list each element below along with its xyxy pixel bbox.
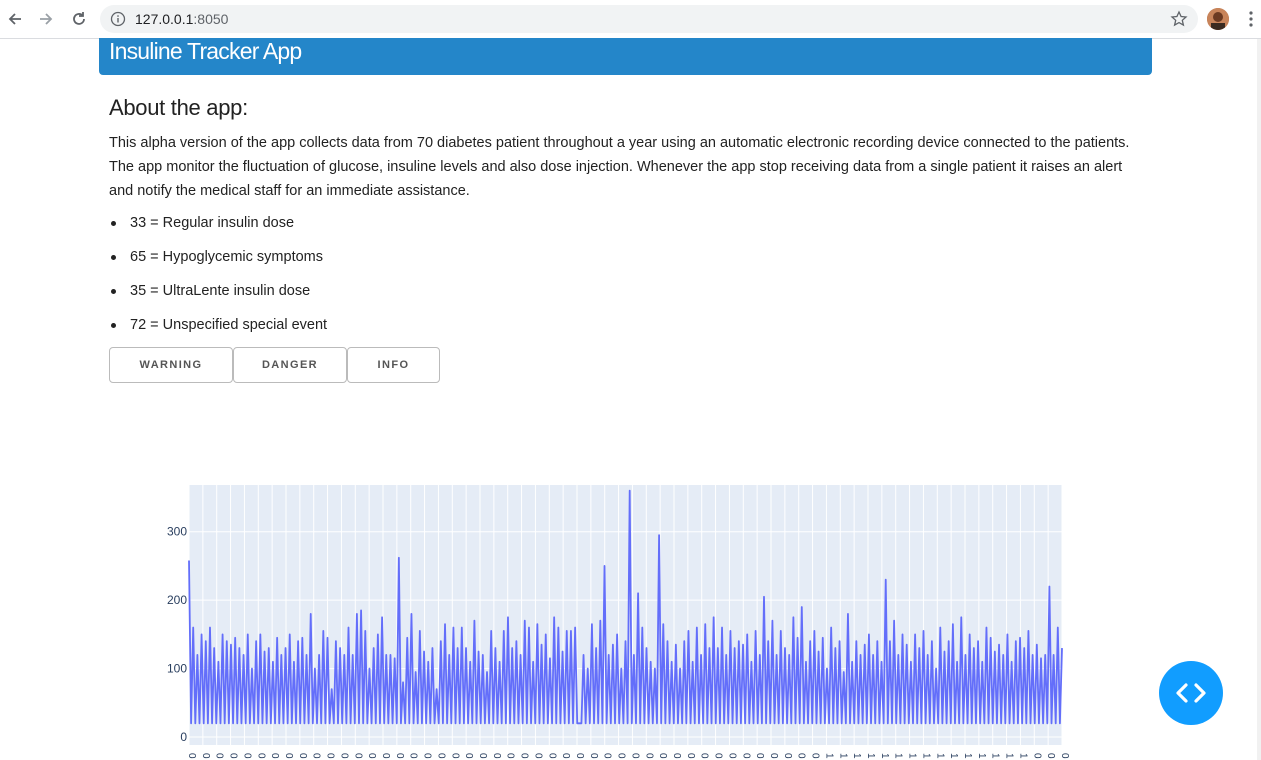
x-tick-label: 0 (269, 753, 280, 759)
x-tick-label: 0 (519, 753, 530, 759)
url-port: :8050 (193, 11, 229, 27)
x-tick-label: 0 (754, 753, 765, 759)
url-host: 127.0.0.1 (135, 11, 194, 27)
x-tick-label: 1 (879, 753, 890, 759)
x-tick-label: 0 (768, 753, 779, 759)
x-tick-label: 1 (1004, 753, 1015, 759)
x-tick-label: 0 (283, 753, 294, 759)
x-tick-label: 0 (810, 753, 821, 759)
y-tick-label: 200 (167, 593, 187, 607)
x-tick-label: 0 (186, 753, 197, 759)
glucose-line-chart[interactable]: 0100200300 00000000000000000000000000000… (150, 480, 1080, 760)
x-tick-label: 0 (297, 753, 308, 759)
x-tick-label: 1 (962, 753, 973, 759)
x-tick-label: 1 (934, 753, 945, 759)
x-tick-label: 0 (629, 753, 640, 759)
x-tick-label: 0 (214, 753, 225, 759)
x-tick-label: 0 (602, 753, 613, 759)
y-axis-ticks: 0 100 200 300 (167, 525, 187, 744)
x-tick-label: 1 (865, 753, 876, 759)
x-tick-label: 1 (893, 753, 904, 759)
x-tick-label: 0 (200, 753, 211, 759)
menu-kebab-icon[interactable] (1243, 10, 1259, 28)
warning-button[interactable]: WARNING (109, 347, 233, 383)
x-tick-label: 0 (338, 753, 349, 759)
list-item: 72 = Unspecified special event (109, 314, 327, 348)
x-tick-label: 0 (505, 753, 516, 759)
x-tick-label: 1 (851, 753, 862, 759)
x-tick-label: 0 (740, 753, 751, 759)
x-axis-ticks: 0000000000000000000000000000000000000000… (186, 753, 1070, 759)
address-bar[interactable]: 127.0.0.1:8050 (100, 5, 1198, 33)
info-icon[interactable] (110, 11, 126, 27)
x-tick-label: 0 (241, 753, 252, 759)
x-tick-label: 0 (657, 753, 668, 759)
x-tick-label: 0 (713, 753, 724, 759)
page-scrollbar[interactable] (1257, 39, 1261, 760)
x-tick-label: 0 (491, 753, 502, 759)
x-tick-label: 1 (837, 753, 848, 759)
x-tick-label: 0 (643, 753, 654, 759)
x-tick-label: 0 (796, 753, 807, 759)
list-item: 33 = Regular insulin dose (109, 212, 327, 246)
x-tick-label: 0 (671, 753, 682, 759)
x-tick-label: 0 (532, 753, 543, 759)
x-tick-label: 1 (948, 753, 959, 759)
about-title: About the app: (109, 95, 248, 120)
y-tick-label: 300 (167, 525, 187, 539)
app-title: Insuline Tracker App (109, 38, 302, 64)
x-tick-label: 0 (560, 753, 571, 759)
x-tick-label: 0 (422, 753, 433, 759)
x-tick-label: 1 (920, 753, 931, 759)
x-tick-label: 0 (449, 753, 460, 759)
x-tick-label: 0 (325, 753, 336, 759)
danger-button[interactable]: DANGER (233, 347, 347, 383)
forward-icon[interactable] (35, 8, 57, 30)
x-tick-label: 0 (255, 753, 266, 759)
reload-icon[interactable] (68, 8, 90, 30)
x-tick-label: 1 (976, 753, 987, 759)
bookmark-star-icon[interactable] (1170, 10, 1188, 28)
x-tick-label: 1 (1017, 753, 1028, 759)
x-tick-label: 0 (726, 753, 737, 759)
y-tick-label: 0 (180, 730, 187, 744)
x-tick-label: 0 (616, 753, 627, 759)
url-text: 127.0.0.1:8050 (135, 11, 228, 27)
x-tick-label: 0 (463, 753, 474, 759)
list-item: 35 = UltraLente insulin dose (109, 280, 327, 314)
x-tick-label: 0 (685, 753, 696, 759)
profile-avatar[interactable] (1207, 8, 1229, 30)
x-tick-label: 0 (394, 753, 405, 759)
x-tick-label: 1 (907, 753, 918, 759)
code-brackets-icon (1176, 683, 1206, 703)
x-tick-label: 0 (1059, 753, 1070, 759)
x-tick-label: 0 (782, 753, 793, 759)
back-icon[interactable] (4, 8, 26, 30)
x-tick-label: 0 (477, 753, 488, 759)
x-tick-label: 0 (408, 753, 419, 759)
dev-tools-toggle-button[interactable] (1159, 661, 1223, 725)
event-code-list: 33 = Regular insulin dose 65 = Hypoglyce… (109, 212, 327, 348)
info-button[interactable]: INFO (347, 347, 440, 383)
x-tick-label: 0 (435, 753, 446, 759)
browser-toolbar: 127.0.0.1:8050 (0, 0, 1261, 39)
y-tick-label: 100 (167, 662, 187, 676)
x-tick-label: 0 (1045, 753, 1056, 759)
x-tick-label: 1 (823, 753, 834, 759)
x-tick-label: 0 (380, 753, 391, 759)
x-tick-label: 0 (574, 753, 585, 759)
x-tick-label: 0 (366, 753, 377, 759)
x-tick-label: 0 (546, 753, 557, 759)
x-tick-label: 0 (311, 753, 322, 759)
about-description: This alpha version of the app collects d… (109, 135, 1130, 199)
list-item: 65 = Hypoglycemic symptoms (109, 246, 327, 280)
x-tick-label: 0 (699, 753, 710, 759)
x-tick-label: 0 (228, 753, 239, 759)
x-tick-label: 0 (588, 753, 599, 759)
x-tick-label: 1 (990, 753, 1001, 759)
app-header: Insuline Tracker App (99, 38, 1152, 75)
x-tick-label: 0 (352, 753, 363, 759)
x-tick-label: 0 (1031, 753, 1042, 759)
